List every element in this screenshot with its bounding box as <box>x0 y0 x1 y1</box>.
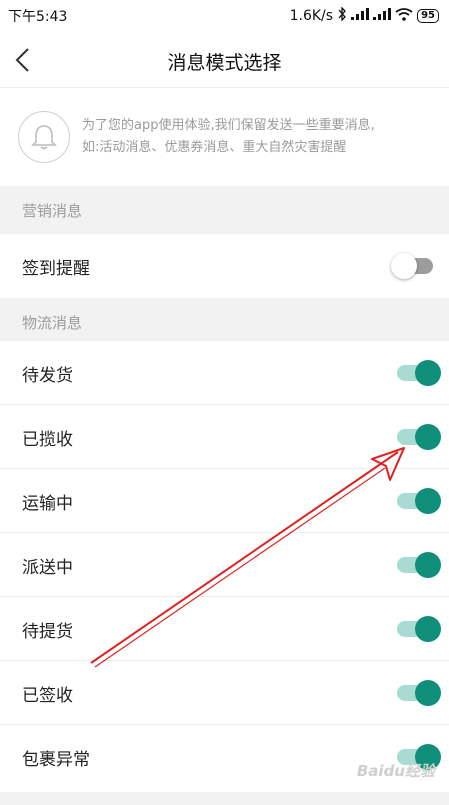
setting-row-awaiting-pickup: 待提货 <box>0 597 449 661</box>
signal-icon <box>351 8 370 24</box>
toggle-switch-on[interactable] <box>395 424 441 450</box>
toggle-knob <box>415 424 441 450</box>
toggle-knob <box>391 253 417 279</box>
toggle-switch-on[interactable] <box>395 552 441 578</box>
toggle-switch-on[interactable] <box>395 360 441 386</box>
bluetooth-icon <box>337 6 347 25</box>
bottom-spacer <box>0 792 449 805</box>
setting-label: 签到提醒 <box>22 258 90 279</box>
setting-label: 运输中 <box>22 493 73 514</box>
watermark: Baidu经验 <box>356 762 435 780</box>
setting-label: 包裹异常 <box>22 749 90 770</box>
status-indicators: 1.6K/s 95 <box>289 6 439 25</box>
setting-label: 待发货 <box>22 365 73 386</box>
setting-row-in-transit: 运输中 <box>0 469 449 533</box>
notice-line-1: 为了您的app使用体验,我们保留发送一些重要消息, <box>82 118 375 133</box>
toggle-switch-off[interactable] <box>391 253 437 279</box>
toggle-knob <box>415 680 441 706</box>
signal-icon-2 <box>373 8 392 24</box>
section-header-logistics: 物流消息 <box>0 298 449 346</box>
toggle-knob <box>415 360 441 386</box>
toggle-switch-on[interactable] <box>395 616 441 642</box>
header: 消息模式选择 <box>0 32 449 88</box>
status-time: 下午5:43 <box>8 9 68 25</box>
toggle-knob <box>415 616 441 642</box>
section-header-marketing: 营销消息 <box>0 186 449 234</box>
setting-label: 派送中 <box>22 557 73 578</box>
setting-label: 已签收 <box>22 685 73 706</box>
notice-banner: 为了您的app使用体验,我们保留发送一些重要消息, 如:活动消息、优惠券消息、重… <box>0 88 449 186</box>
bell-icon <box>18 111 70 163</box>
setting-label: 已揽收 <box>22 429 73 450</box>
toggle-switch-on[interactable] <box>395 680 441 706</box>
setting-row-pending-shipment: 待发货 <box>0 341 449 405</box>
battery-indicator: 95 <box>417 9 439 23</box>
network-speed: 1.6K/s <box>289 8 334 24</box>
setting-row-out-for-delivery: 派送中 <box>0 533 449 597</box>
status-bar: 下午5:43 1.6K/s 95 <box>0 0 449 32</box>
notice-text: 为了您的app使用体验,我们保留发送一些重要消息, 如:活动消息、优惠券消息、重… <box>82 115 442 159</box>
toggle-knob <box>415 488 441 514</box>
setting-row-signed: 已签收 <box>0 661 449 725</box>
toggle-knob <box>415 552 441 578</box>
toggle-switch-on[interactable] <box>395 488 441 514</box>
page-title: 消息模式选择 <box>167 52 282 74</box>
setting-row-checkin-reminder: 签到提醒 <box>0 234 449 298</box>
wifi-icon <box>395 7 413 25</box>
setting-label: 待提货 <box>22 621 73 642</box>
setting-row-collected: 已揽收 <box>0 405 449 469</box>
notice-line-2: 如:活动消息、优惠券消息、重大自然灾害提醒 <box>82 140 347 155</box>
